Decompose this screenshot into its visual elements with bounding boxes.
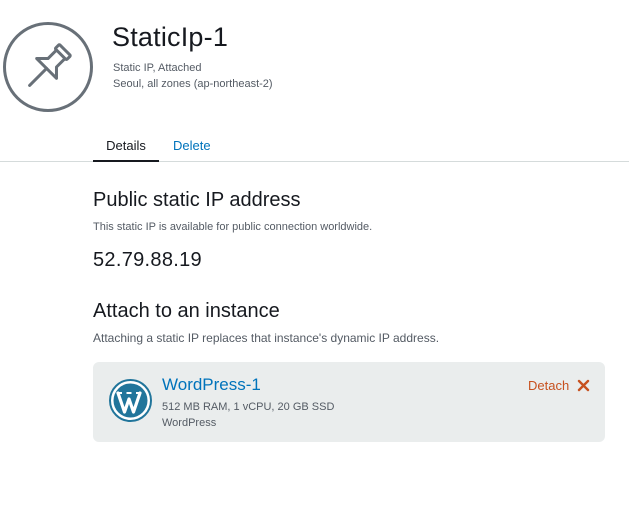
detach-button[interactable]: Detach [528,378,569,393]
instance-blueprint: WordPress [162,417,217,429]
tab-details[interactable]: Details [93,138,159,162]
attach-description: Attaching a static IP replaces that inst… [93,331,440,345]
static-ip-page: StaticIp-1 Static IP, Attached Seoul, al… [0,0,629,505]
ip-address-value: 52.79.88.19 [93,249,202,271]
attach-heading: Attach to an instance [93,300,280,322]
location-text: Seoul, all zones (ap-northeast-2) [113,78,273,90]
instance-specs: 512 MB RAM, 1 vCPU, 20 GB SSD [162,401,335,413]
pushpin-icon [2,21,94,113]
close-icon[interactable] [577,379,590,392]
wordpress-icon [109,379,152,422]
tab-delete[interactable]: Delete [173,138,211,153]
status-text: Static IP, Attached [113,62,202,74]
public-ip-description: This static IP is available for public c… [93,221,373,233]
page-title: StaticIp-1 [112,22,229,52]
public-ip-heading: Public static IP address [93,189,301,211]
instance-name-link[interactable]: WordPress-1 [162,375,261,395]
tab-bar: Details Delete [0,131,629,162]
instance-card: WordPress-1 512 MB RAM, 1 vCPU, 20 GB SS… [93,362,605,442]
